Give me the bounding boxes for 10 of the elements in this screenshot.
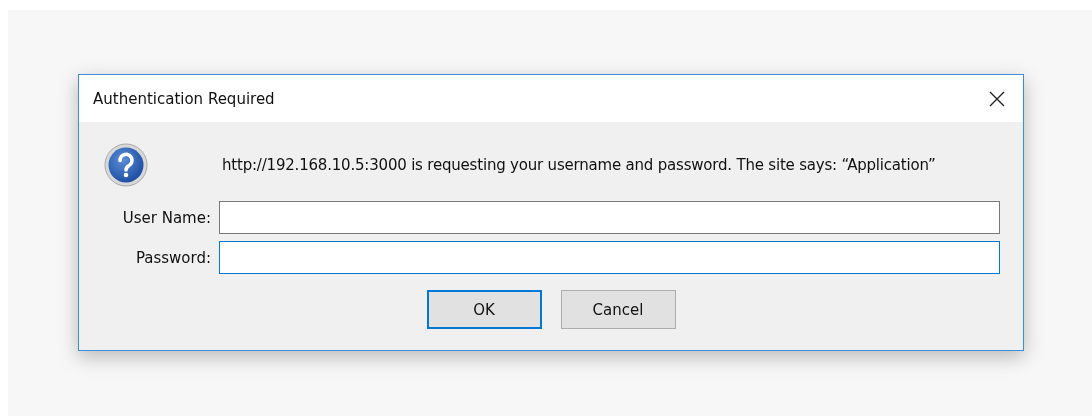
question-icon	[104, 143, 148, 187]
ok-button[interactable]: OK	[426, 290, 542, 329]
input-field[interactable]	[219, 201, 1000, 234]
field-label: Password:	[135, 248, 211, 267]
cancel-button[interactable]: Cancel	[560, 290, 676, 329]
close-icon	[989, 90, 1005, 107]
prompt-message: http://192.168.10.5:3000 is requesting your username and password. The site says: “Application”	[221, 156, 937, 174]
input-field[interactable]	[219, 241, 1000, 274]
field-label: User Name:	[122, 208, 211, 227]
window-title: Authentication Required	[93, 89, 275, 108]
